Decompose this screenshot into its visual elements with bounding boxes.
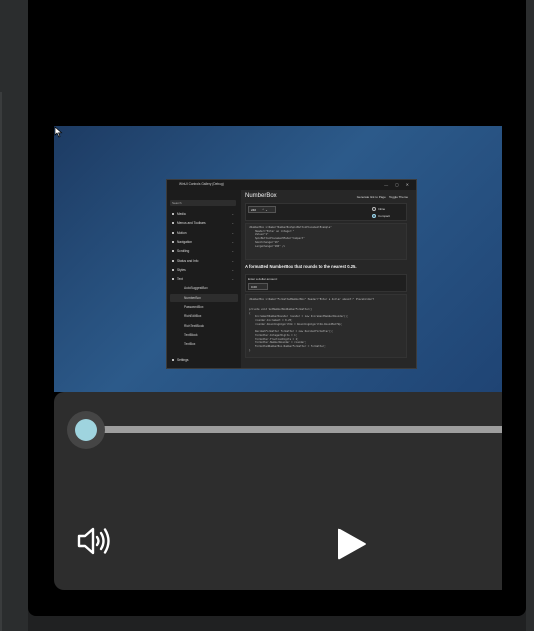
xaml-code-panel-1: <NumberBox x:Name="NumberBoxSpinButtonPl…	[245, 223, 407, 260]
settings-label: Settings	[177, 358, 189, 362]
radio-inline-label: Inline	[378, 207, 386, 211]
app-nav-item: AutoSuggestBox	[170, 284, 238, 292]
chevron-down-icon: ⌄	[231, 212, 234, 216]
app-page-title: NumberBox	[245, 193, 277, 199]
chevron-down-icon: ⌄	[231, 258, 234, 263]
play-icon[interactable]	[334, 526, 370, 562]
csharp-code: private void SetNumberBoxNumberFormatter…	[249, 308, 349, 352]
nav-icon	[172, 222, 174, 225]
app-nav-pane: Search Media ⌄ Menus and Toolbars ⌄ Motion ⌄ N…	[167, 190, 241, 368]
app-nav-item: Navigation ⌄	[170, 238, 238, 246]
app-search-box: Search	[170, 200, 236, 206]
spin-buttons: ⌃ ⌄	[261, 208, 268, 212]
app-nav-item: Media ⌄	[170, 210, 238, 218]
app-nav-item-label: Navigation	[177, 239, 193, 244]
app-nav-item-label: Styles	[177, 267, 186, 272]
chevron-down-icon: ⌄	[231, 230, 234, 235]
app-nav-item: Scrolling ⌄	[170, 247, 238, 255]
app-nav-item-label: Media	[177, 212, 186, 216]
volume-icon[interactable]	[76, 526, 112, 556]
app-main-content: NumberBox Generate link to Page Toggle T…	[241, 190, 416, 368]
radio-compact	[372, 214, 376, 218]
section-heading: A formatted NumberBox that rounds to the…	[245, 264, 357, 269]
app-nav-item-label: Menus and Toolbars	[177, 221, 206, 226]
mouse-cursor-icon	[54, 126, 63, 138]
chevron-down-icon: ⌄	[231, 267, 234, 272]
nav-icon	[172, 231, 174, 234]
app-nav-item-label: Scrolling	[177, 249, 190, 254]
background-window-edge-right	[526, 0, 534, 631]
app-nav-item: Status and Info ⌄	[170, 257, 238, 265]
gear-icon	[172, 359, 174, 361]
spin-value: 240	[251, 208, 257, 212]
app-nav-item: Text ⌄	[170, 275, 238, 283]
app-toplinks: Generate link to Page Toggle Theme	[357, 195, 408, 199]
dollar-label: Enter a dollar amount:	[248, 277, 278, 281]
nav-icon	[172, 278, 174, 281]
dollar-numberbox: 0.00	[248, 283, 268, 290]
chevron-down-icon: ⌄	[231, 277, 234, 282]
nav-icon	[172, 240, 174, 243]
radio-compact-label: Compact	[378, 214, 391, 218]
app-nav-item: RichTextBlock	[170, 322, 238, 330]
generate-link: Generate link to Page	[356, 195, 386, 199]
example-panel-1: 240 ⌃ ⌄ Inline Compact	[245, 203, 407, 221]
radio-inline	[372, 207, 376, 211]
app-nav-item-label: AutoSuggestBox	[184, 286, 208, 291]
app-nav-item-label: NumberBox	[184, 295, 201, 300]
chevron-down-icon: ⌄	[231, 249, 234, 254]
window-controls: — ◻ ✕	[384, 182, 412, 187]
background-window-edge	[0, 0, 28, 631]
nav-icon	[172, 250, 174, 253]
example-panel-2: Enter a dollar amount: 0.00	[245, 274, 407, 292]
app-nav-item-label: Status and Info	[177, 258, 199, 263]
app-nav-item-label: Text	[177, 277, 183, 282]
app-nav-item-label: TextBox	[184, 342, 196, 347]
app-nav-item: TextBox	[170, 340, 238, 348]
app-titlebar: WinUI Controls Gallery (Debug) — ◻ ✕	[167, 180, 416, 190]
app-nav-item: TextBlock	[170, 331, 238, 339]
app-nav-item-label: RichTextBlock	[184, 323, 205, 328]
transport-controls	[54, 392, 502, 590]
app-nav-settings: Settings	[170, 356, 238, 364]
app-nav-item: Styles ⌄	[170, 266, 238, 274]
nav-icon	[172, 259, 174, 262]
app-nav-item-label: RichEditBox	[184, 314, 202, 319]
app-nav-item-label: TextBlock	[184, 332, 198, 337]
video-surface[interactable]: WinUI Controls Gallery (Debug) — ◻ ✕ Sea…	[54, 126, 502, 392]
xaml-code-2: <NumberBox x:Name="FormattedNumberBox" H…	[249, 298, 374, 301]
app-nav-item: PasswordBox	[170, 303, 238, 311]
app-nav-item-label: PasswordBox	[184, 305, 204, 309]
seek-bar-track[interactable]	[78, 426, 502, 433]
app-nav-item: Menus and Toolbars ⌄	[170, 219, 238, 227]
code-panel-2: <NumberBox x:Name="FormattedNumberBox" H…	[245, 294, 407, 358]
dollar-value: 0.00	[251, 285, 257, 289]
video-frame-app-window: WinUI Controls Gallery (Debug) — ◻ ✕ Sea…	[166, 179, 417, 369]
spin-numberbox: 240 ⌃ ⌄	[248, 206, 276, 213]
chevron-down-icon: ⌄	[231, 239, 234, 244]
nav-icon	[172, 213, 174, 215]
chevron-down-icon: ⌄	[231, 221, 234, 226]
seek-bar-thumb[interactable]	[75, 419, 97, 441]
app-nav-item: NumberBox	[170, 293, 238, 302]
toggle-theme: Toggle Theme	[389, 195, 408, 199]
window-border	[0, 92, 2, 631]
app-title: WinUI Controls Gallery (Debug)	[179, 182, 224, 186]
app-nav-item-label: Motion	[177, 230, 187, 235]
nav-icon	[172, 268, 174, 271]
app-nav-item: Motion ⌄	[170, 229, 238, 237]
app-nav-item: RichEditBox	[170, 312, 238, 320]
xaml-code-1: <NumberBox x:Name="NumberBoxSpinButtonPl…	[249, 226, 332, 248]
